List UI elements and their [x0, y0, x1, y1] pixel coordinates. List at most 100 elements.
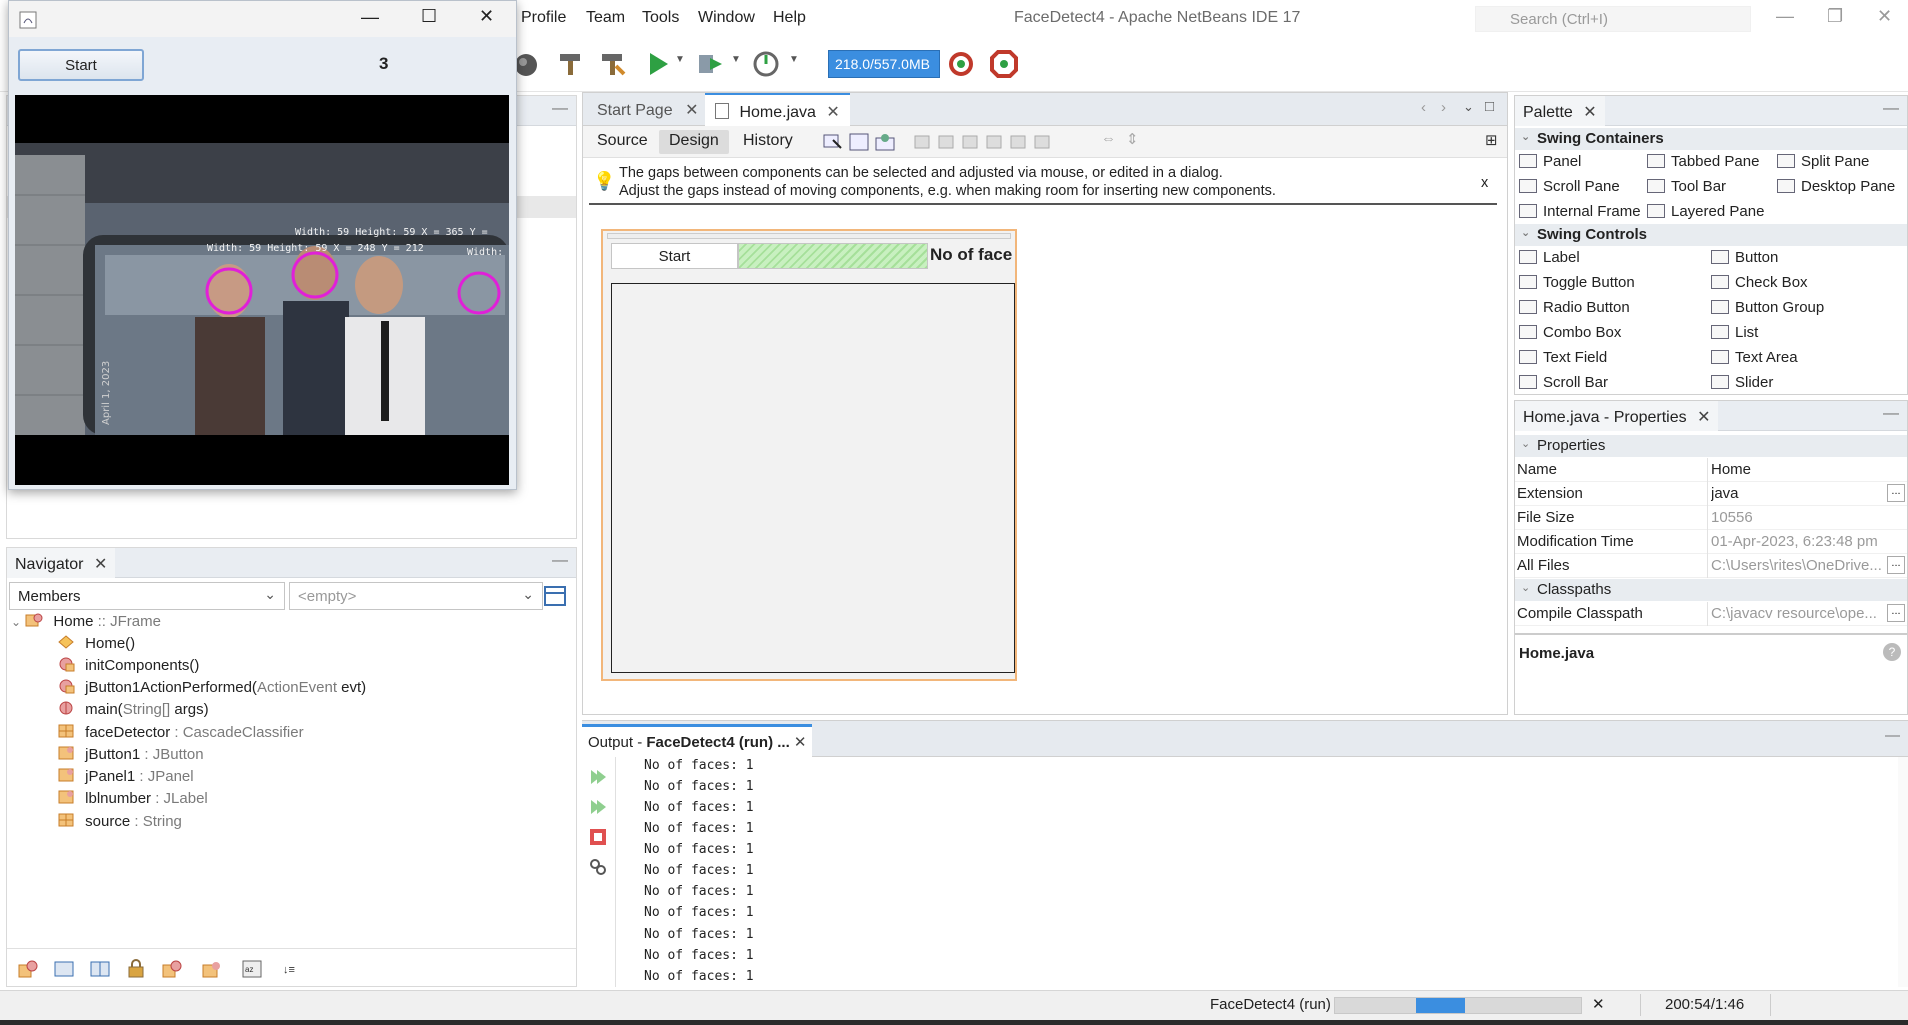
- chevron-down-icon[interactable]: ⌄: [11, 615, 21, 629]
- property-row[interactable]: All Files C:\Users\rites\OneDrive......: [1515, 554, 1907, 578]
- menu-window[interactable]: Window: [698, 9, 755, 27]
- close-tab-icon[interactable]: ✕: [94, 556, 107, 573]
- restore-icon[interactable]: ❐: [1827, 6, 1843, 27]
- palette-item[interactable]: Button Group: [1711, 299, 1824, 316]
- palette-item[interactable]: Check Box: [1711, 274, 1808, 291]
- tree-item[interactable]: lblnumber : JLabel: [57, 789, 208, 811]
- filter-select[interactable]: <empty> ⌄: [289, 582, 543, 610]
- run-dropdown-icon[interactable]: ▼: [675, 54, 685, 65]
- help-icon[interactable]: ?: [1883, 643, 1901, 661]
- profile-icon[interactable]: [752, 50, 780, 78]
- alignment-tools[interactable]: [913, 132, 1083, 152]
- palette-item[interactable]: Scroll Bar: [1519, 374, 1608, 391]
- tab-design[interactable]: Design: [659, 130, 729, 154]
- show-inherited-icon[interactable]: [17, 959, 39, 979]
- close-tab-icon[interactable]: ✕: [1697, 409, 1710, 426]
- close-icon[interactable]: ✕: [1877, 6, 1892, 27]
- edit-property-button[interactable]: ...: [1887, 604, 1905, 622]
- tab-palette[interactable]: Palette ✕: [1515, 96, 1605, 126]
- minimize-pane-icon[interactable]: —: [552, 100, 568, 118]
- tab-output[interactable]: Output - FaceDetect4 (run) ... ✕: [582, 724, 813, 757]
- palette-item[interactable]: Radio Button: [1519, 299, 1630, 316]
- edit-property-button[interactable]: ...: [1887, 556, 1905, 574]
- chevron-down-icon[interactable]: ⌄: [1463, 99, 1474, 115]
- menu-help[interactable]: Help: [773, 9, 806, 27]
- palette-item[interactable]: Panel: [1519, 153, 1581, 170]
- cancel-task-icon[interactable]: ✕: [1592, 995, 1605, 1013]
- palette-category-containers[interactable]: ⌄ Swing Containers: [1515, 128, 1907, 150]
- palette-item[interactable]: Label: [1519, 249, 1580, 266]
- palette-item[interactable]: Tabbed Pane: [1647, 153, 1759, 170]
- minimize-pane-icon[interactable]: —: [1883, 100, 1899, 118]
- close-tab-icon[interactable]: ✕: [826, 104, 839, 121]
- minimize-pane-icon[interactable]: —: [1883, 405, 1899, 423]
- clean-build-icon[interactable]: [598, 50, 626, 78]
- tree-item[interactable]: main(String[] args): [57, 700, 209, 722]
- classpaths-section[interactable]: ⌄ Classpaths: [1515, 579, 1907, 601]
- tree-root-home[interactable]: ⌄ Home :: JFrame: [11, 612, 161, 634]
- tree-item[interactable]: Home(): [57, 634, 135, 656]
- memory-usage-bar[interactable]: 218.0/557.0MB: [828, 50, 940, 78]
- menu-profile[interactable]: Profile: [521, 9, 566, 27]
- show-fields-icon[interactable]: [53, 959, 75, 979]
- properties-section[interactable]: ⌄ Properties: [1515, 435, 1907, 457]
- sort-icon[interactable]: ↓≡: [281, 959, 303, 979]
- notice-close-button[interactable]: x: [1481, 175, 1488, 191]
- preview-design-icon[interactable]: [875, 132, 895, 152]
- palette-item[interactable]: Text Area: [1711, 349, 1798, 366]
- palette-item[interactable]: Toggle Button: [1519, 274, 1635, 291]
- property-row[interactable]: Modification Time 01-Apr-2023, 6:23:48 pm: [1515, 530, 1907, 554]
- connection-mode-icon[interactable]: [849, 132, 869, 152]
- menu-tools[interactable]: Tools: [642, 9, 679, 27]
- palette-item[interactable]: Internal Frame: [1519, 203, 1641, 220]
- app-start-button[interactable]: Start: [18, 49, 144, 81]
- selection-mode-icon[interactable]: [823, 132, 843, 152]
- debug-icon[interactable]: [696, 50, 724, 78]
- form-start-button[interactable]: Start: [611, 243, 738, 269]
- tree-item[interactable]: jPanel1 : JPanel: [57, 767, 194, 789]
- tab-navigator[interactable]: Navigator ✕: [7, 548, 116, 578]
- tree-item[interactable]: initComponents(): [57, 656, 199, 678]
- close-tab-icon[interactable]: ✕: [794, 734, 807, 751]
- maximize-icon[interactable]: ☐: [421, 6, 437, 27]
- property-row[interactable]: Name Home: [1515, 458, 1907, 482]
- rerun-with-params-icon[interactable]: [588, 797, 608, 817]
- palette-item[interactable]: Button: [1711, 249, 1778, 266]
- palette-item[interactable]: Combo Box: [1519, 324, 1621, 341]
- palette-item[interactable]: Slider: [1711, 374, 1773, 391]
- tab-home-java[interactable]: Home.java ✕: [705, 93, 850, 126]
- maximize-icon[interactable]: □: [1485, 98, 1494, 115]
- sort-by-name-icon[interactable]: az: [241, 959, 263, 979]
- output-scrollbar[interactable]: [1898, 757, 1908, 987]
- members-select[interactable]: Members ⌄: [9, 582, 285, 610]
- show-inner-classes-icon[interactable]: [161, 959, 183, 979]
- palette-item[interactable]: Scroll Pane: [1519, 178, 1620, 195]
- build-hammer-icon[interactable]: [556, 50, 584, 78]
- profile-dropdown-icon[interactable]: ▼: [789, 54, 799, 65]
- tree-item[interactable]: faceDetector : CascadeClassifier: [57, 723, 304, 745]
- sort-by-source-icon[interactable]: [201, 959, 223, 979]
- run-icon[interactable]: [644, 50, 672, 78]
- close-icon[interactable]: ✕: [479, 6, 494, 27]
- tree-item[interactable]: source : String: [57, 812, 182, 834]
- tree-item[interactable]: jButton1ActionPerformed(ActionEvent evt): [57, 678, 366, 700]
- palette-item[interactable]: Desktop Pane: [1777, 178, 1895, 195]
- edit-property-button[interactable]: ...: [1887, 484, 1905, 502]
- form-panel[interactable]: [611, 283, 1015, 673]
- palette-item[interactable]: List: [1711, 324, 1758, 341]
- add-icon[interactable]: ⊞: [1485, 131, 1498, 149]
- gc-icon[interactable]: [947, 50, 975, 78]
- navigator-options-icon[interactable]: [543, 585, 567, 607]
- form-progress-bar[interactable]: [738, 243, 928, 269]
- minimize-pane-icon[interactable]: —: [552, 552, 568, 570]
- menu-team[interactable]: Team: [586, 9, 625, 27]
- same-height-icon[interactable]: ⇕: [1126, 130, 1139, 148]
- same-width-icon[interactable]: ⇔: [1101, 130, 1116, 147]
- show-nonpublic-icon[interactable]: [125, 959, 147, 979]
- palette-item[interactable]: Split Pane: [1777, 153, 1869, 170]
- property-row[interactable]: Extension java...: [1515, 482, 1907, 506]
- stop-icon[interactable]: [588, 827, 608, 847]
- debug-dropdown-icon[interactable]: ▼: [731, 54, 741, 65]
- close-tab-icon[interactable]: ✕: [1583, 104, 1596, 121]
- tab-properties[interactable]: Home.java - Properties ✕: [1515, 401, 1719, 431]
